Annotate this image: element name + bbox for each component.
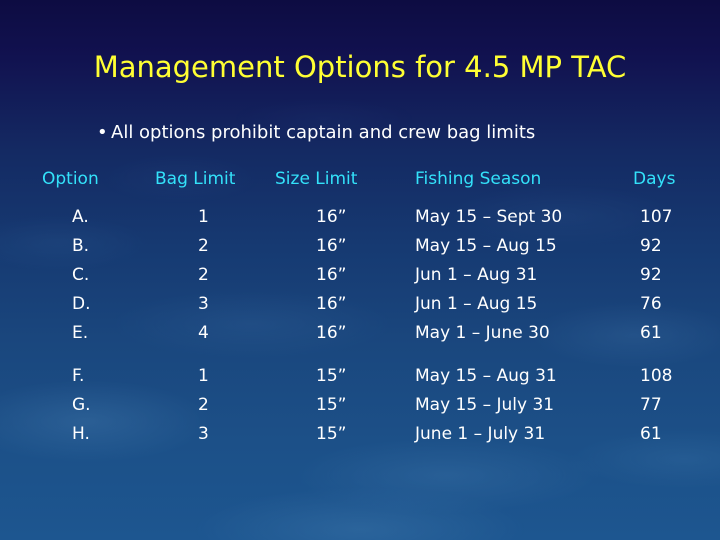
cell-days: 92 xyxy=(640,265,662,285)
cell-bag-limit: 4 xyxy=(198,323,209,343)
table-row: E. 4 16” May 1 – June 30 61 xyxy=(0,322,720,351)
table-row: B. 2 16” May 15 – Aug 15 92 xyxy=(0,235,720,264)
table-row: G. 2 15” May 15 – July 31 77 xyxy=(0,394,720,423)
cell-option: C. xyxy=(72,265,90,285)
cell-size-limit: 15” xyxy=(316,366,347,386)
cell-fishing-season: Jun 1 – Aug 15 xyxy=(415,294,538,314)
cell-bag-limit: 2 xyxy=(198,265,209,285)
cell-size-limit: 16” xyxy=(316,265,347,285)
table-group-separator xyxy=(0,351,720,365)
cell-bag-limit: 2 xyxy=(198,395,209,415)
column-header-bag-limit: Bag Limit xyxy=(155,169,236,189)
cell-option: A. xyxy=(72,207,89,227)
cell-option: E. xyxy=(72,323,89,343)
bullet-dot-icon: • xyxy=(97,122,108,143)
table-row: H. 3 15” June 1 – July 31 61 xyxy=(0,423,720,452)
cell-fishing-season: May 1 – June 30 xyxy=(415,323,550,343)
cell-fishing-season: May 15 – Aug 15 xyxy=(415,236,557,256)
cell-option: D. xyxy=(72,294,91,314)
cell-size-limit: 16” xyxy=(316,323,347,343)
table-row: D. 3 16” Jun 1 – Aug 15 76 xyxy=(0,293,720,322)
table-row: A. 1 16” May 15 – Sept 30 107 xyxy=(0,206,720,235)
cell-fishing-season: June 1 – July 31 xyxy=(415,424,546,444)
cell-size-limit: 16” xyxy=(316,294,347,314)
cell-size-limit: 16” xyxy=(316,236,347,256)
cell-size-limit: 15” xyxy=(316,424,347,444)
bullet-text: All options prohibit captain and crew ba… xyxy=(111,122,536,143)
cell-days: 61 xyxy=(640,323,662,343)
cell-option: F. xyxy=(72,366,85,386)
cell-size-limit: 16” xyxy=(316,207,347,227)
cell-option: G. xyxy=(72,395,91,415)
slide-title: Management Options for 4.5 MP TAC xyxy=(93,50,627,84)
cell-days: 77 xyxy=(640,395,662,415)
options-table: Option Bag Limit Size Limit Fishing Seas… xyxy=(0,168,720,452)
cell-bag-limit: 3 xyxy=(198,424,209,444)
cell-fishing-season: May 15 – Aug 31 xyxy=(415,366,557,386)
cell-fishing-season: May 15 – July 31 xyxy=(415,395,555,415)
column-header-days: Days xyxy=(633,169,676,189)
cell-days: 61 xyxy=(640,424,662,444)
cell-fishing-season: May 15 – Sept 30 xyxy=(415,207,563,227)
cell-bag-limit: 3 xyxy=(198,294,209,314)
table-header-row: Option Bag Limit Size Limit Fishing Seas… xyxy=(0,168,720,206)
cell-fishing-season: Jun 1 – Aug 31 xyxy=(415,265,538,285)
table-row: F. 1 15” May 15 – Aug 31 108 xyxy=(0,365,720,394)
cell-days: 108 xyxy=(640,366,673,386)
cell-size-limit: 15” xyxy=(316,395,347,415)
cell-days: 92 xyxy=(640,236,662,256)
cell-bag-limit: 2 xyxy=(198,236,209,256)
cell-option: H. xyxy=(72,424,90,444)
cell-days: 107 xyxy=(640,207,673,227)
cell-option: B. xyxy=(72,236,90,256)
cell-bag-limit: 1 xyxy=(198,366,209,386)
column-header-fishing-season: Fishing Season xyxy=(415,169,542,189)
bullet-item: • All options prohibit captain and crew b… xyxy=(97,121,535,145)
column-header-size-limit: Size Limit xyxy=(275,169,358,189)
slide-canvas: Management Options for 4.5 MP TAC • All o… xyxy=(0,0,720,540)
cell-bag-limit: 1 xyxy=(198,207,209,227)
column-header-option: Option xyxy=(42,169,99,189)
slide-content: Management Options for 4.5 MP TAC • All o… xyxy=(0,0,720,540)
cell-days: 76 xyxy=(640,294,662,314)
table-row: C. 2 16” Jun 1 – Aug 31 92 xyxy=(0,264,720,293)
